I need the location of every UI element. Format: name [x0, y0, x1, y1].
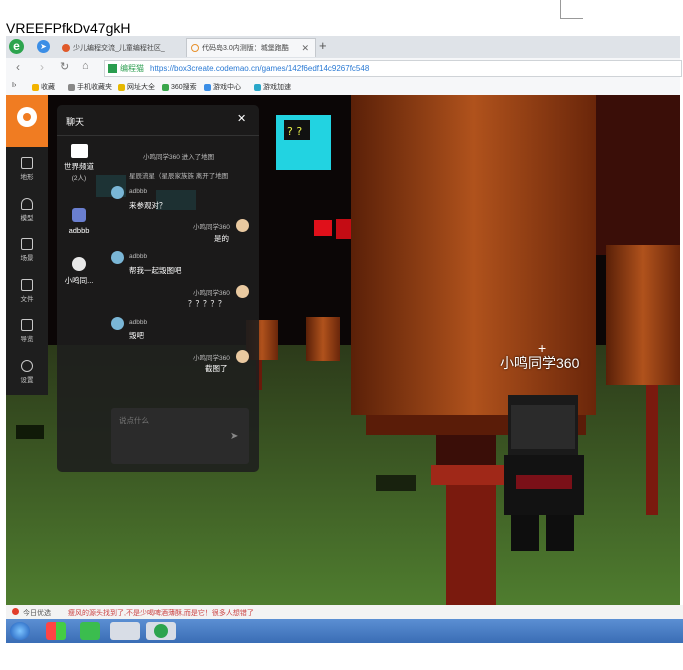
message-user: adbbb — [129, 253, 148, 260]
url-site-label: 编程猫 — [120, 64, 144, 73]
sidebar-item-scene[interactable]: 场景 — [6, 238, 48, 262]
site-badge-icon — [108, 64, 117, 73]
channel-adbbb[interactable]: adbbb — [57, 208, 101, 235]
sidebar-item-terrain[interactable]: 地形 — [6, 157, 48, 181]
tab-favicon-icon — [62, 43, 70, 52]
avatar — [111, 251, 124, 264]
chat-close-icon[interactable]: ✕ — [237, 112, 246, 125]
chat-input-placeholder: 说点什么 — [119, 416, 149, 425]
url-field[interactable]: 编程猫 https://box3create.codemao.cn/games/… — [104, 60, 682, 77]
message-user: 小鸣同学360 — [193, 355, 230, 362]
chat-divider — [57, 135, 259, 136]
sidebar-item-settings[interactable]: 设置 — [6, 360, 48, 384]
browser-logo-icon[interactable]: e — [9, 39, 24, 54]
tab-favicon-icon — [191, 44, 199, 52]
message-user: adbbb — [129, 319, 148, 326]
status-bar: 今日优选 瘦风的源头找到了,不是少喝啤酒薄酥,而是它！很多人想错了 — [6, 605, 683, 619]
bookmark-item[interactable]: 网址大全 — [118, 82, 155, 92]
message-text: ？？？？？ — [188, 299, 226, 308]
message-text: 帮我一起毁图吧 — [129, 266, 182, 275]
avatar — [72, 208, 86, 222]
taskbar — [6, 619, 683, 643]
tab-game[interactable]: 代码岛3.0内测版：城堡跑酷 ✕ — [186, 38, 316, 57]
tab-close-icon[interactable]: ✕ — [301, 43, 309, 54]
home-icon[interactable]: ⌂ — [82, 60, 89, 72]
bookmark-item[interactable]: 收藏 — [32, 82, 55, 92]
app-logo[interactable] — [6, 95, 48, 147]
message-text: 截图了 — [205, 364, 228, 373]
bookmark-item[interactable]: 360搜索 — [162, 82, 197, 92]
recommend-icon — [12, 608, 19, 615]
chat-title: 聊天 — [66, 117, 85, 127]
status-left-label[interactable]: 今日优选 — [23, 608, 51, 618]
folder-icon — [21, 319, 33, 331]
forward-icon[interactable]: › — [40, 60, 44, 74]
navigate-icon[interactable]: ➤ — [37, 40, 50, 53]
page-id-text: VREEFPfkDv47gkH — [6, 20, 131, 36]
file-icon — [21, 279, 33, 291]
cube-icon — [21, 157, 33, 169]
send-icon[interactable]: ➤ — [230, 431, 238, 442]
gear-icon — [21, 360, 33, 372]
refresh-icon[interactable]: ↻ — [60, 60, 69, 73]
channel-xiaoming[interactable]: 小鸣同... — [57, 257, 101, 286]
bookmarks-toggle-icon[interactable]: I› — [12, 82, 16, 89]
sidebar-item-file[interactable]: 文件 — [6, 279, 48, 303]
bookmarks-bar: I› 收藏 手机收藏夹 网址大全 360搜索 游戏中心 游戏加速 — [6, 78, 680, 96]
url-text: https://box3create.codemao.cn/games/142f… — [150, 64, 370, 73]
window-corner — [560, 0, 583, 19]
player-nametag: 小鸣同学360 — [500, 355, 580, 371]
avatar — [236, 285, 249, 298]
bookmark-item[interactable]: 游戏加速 — [254, 82, 291, 92]
tab-label: 代码岛3.0内测版：城堡跑酷 — [202, 45, 289, 52]
chat-bubble-icon — [70, 144, 88, 158]
taskbar-app-icon[interactable] — [46, 622, 66, 640]
bookmark-item[interactable]: 游戏中心 — [204, 82, 241, 92]
tab-label: 少儿编程交流_儿童编程社区_ — [73, 44, 165, 52]
message-user: 小鸣同学360 — [193, 290, 230, 297]
tab-community[interactable]: 少儿编程交流_儿童编程社区_ — [58, 38, 186, 57]
message-user: adbbb — [129, 188, 148, 195]
back-icon[interactable]: ‹ — [16, 60, 20, 74]
message-text: 来参观对？ — [129, 201, 167, 210]
bell-icon — [21, 198, 33, 210]
system-message: 小鸣同学360 进入了地图 — [143, 154, 215, 161]
taskbar-app-browser[interactable] — [146, 622, 176, 640]
news-ticker[interactable]: 瘦风的源头找到了,不是少喝啤酒薄酥,而是它！很多人想错了 — [68, 608, 254, 618]
sidebar-item-guide[interactable]: 导览 — [6, 319, 48, 343]
start-button[interactable] — [10, 622, 30, 640]
bookmark-item[interactable]: 手机收藏夹 — [68, 82, 112, 92]
svg-text:? ?: ? ? — [287, 125, 302, 138]
avatar — [111, 186, 124, 199]
message-text: 是的 — [214, 234, 229, 243]
tab-bar: 少儿编程交流_儿童编程社区_ 代码岛3.0内测版：城堡跑酷 ✕ + — [6, 36, 680, 59]
channel-world[interactable]: 世界频道 (2人) — [57, 144, 101, 182]
message-text: 毁吧 — [129, 331, 144, 340]
image-icon — [21, 238, 33, 250]
taskbar-app-game[interactable] — [110, 622, 140, 640]
new-tab-button[interactable]: + — [319, 38, 327, 53]
media-player-icon[interactable] — [80, 622, 100, 640]
avatar — [72, 257, 86, 271]
message-user: 小鸣同学360 — [193, 224, 230, 231]
system-message: 星辰流星（星辰家族族 离开了地图 — [129, 173, 229, 180]
avatar — [111, 317, 124, 330]
avatar — [236, 219, 249, 232]
avatar — [236, 350, 249, 363]
sidebar-item-model[interactable]: 模型 — [6, 198, 48, 222]
